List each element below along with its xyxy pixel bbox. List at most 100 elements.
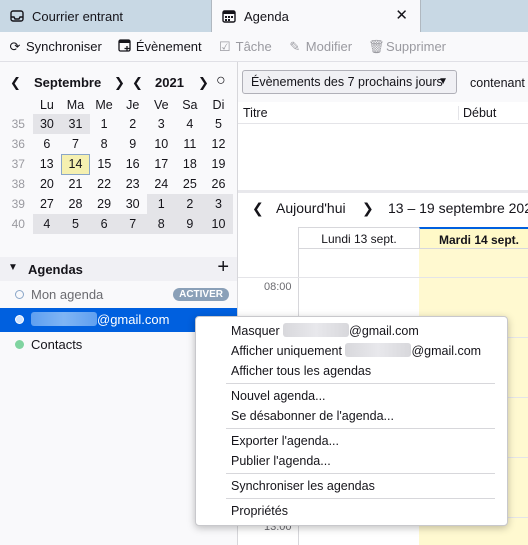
event-list-header: Titre Début — [238, 102, 528, 124]
day-cell[interactable]: 9 — [118, 134, 147, 154]
tab-inbox[interactable]: Courrier entrant — [0, 0, 210, 32]
toolbar: ⟳ Synchroniser Évènement ☑ Tâche ✎ Modif… — [0, 32, 528, 62]
tab-inbox-label: Courrier entrant — [32, 8, 124, 24]
close-icon[interactable]: ✕ — [395, 8, 408, 23]
calendar-icon — [222, 9, 236, 23]
tab-agenda[interactable]: Agenda ✕ — [211, 0, 421, 32]
hour-label: 08:00 — [264, 281, 292, 293]
day-cell[interactable]: 3 — [204, 194, 233, 214]
calendar-item-mon-agenda[interactable]: Mon agenda ACTIVER — [0, 283, 237, 307]
day-cell[interactable]: 3 — [147, 114, 176, 134]
weekday-label: Sa — [182, 98, 198, 112]
chevron-down-icon: ▼ — [438, 76, 448, 87]
contains-label: contenant — [470, 76, 525, 90]
redacted-email — [31, 312, 97, 326]
day-cell[interactable]: 27 — [33, 194, 62, 214]
menu-item-unsubscribe[interactable]: Se désabonner de l'agenda... — [196, 406, 507, 426]
next-year-icon[interactable]: ❯ — [198, 75, 209, 91]
day-cell[interactable]: 16 — [118, 154, 147, 174]
day-cell[interactable]: 21 — [61, 174, 90, 194]
next-week-icon[interactable]: ❯ — [362, 200, 374, 217]
day-cell[interactable]: 1 — [146, 194, 176, 214]
menu-item-show-all[interactable]: Afficher tous les agendas — [196, 361, 507, 381]
menu-item-show-only[interactable]: Afficher uniquement @gmail.com — [196, 341, 507, 361]
day-header-tuesday[interactable]: Mardi 14 sept. — [419, 227, 528, 249]
day-cell[interactable]: 6 — [89, 214, 119, 234]
day-cell[interactable]: 4 — [32, 214, 62, 234]
day-cell[interactable]: 5 — [204, 114, 233, 134]
day-cell[interactable]: 2 — [175, 194, 205, 214]
day-cell-today[interactable]: 14 — [60, 153, 91, 175]
column-title[interactable]: Titre — [243, 106, 268, 120]
chevron-down-icon[interactable]: ▼ — [8, 262, 18, 273]
day-cell[interactable]: 30 — [32, 114, 62, 134]
hour-line — [238, 277, 528, 278]
new-event-button[interactable]: Évènement — [118, 38, 202, 55]
day-cell[interactable]: 30 — [118, 194, 147, 214]
day-cell[interactable]: 1 — [90, 114, 119, 134]
day-cell[interactable]: 12 — [204, 134, 233, 154]
day-cell[interactable]: 8 — [90, 134, 119, 154]
day-cell[interactable]: 10 — [147, 134, 176, 154]
delete-button[interactable]: 🗑 Supprimer — [368, 39, 446, 55]
day-cell[interactable]: 22 — [90, 174, 119, 194]
menu-item-publish[interactable]: Publier l'agenda... — [196, 451, 507, 471]
day-cell[interactable]: 7 — [61, 134, 90, 154]
day-cell[interactable]: 15 — [90, 154, 119, 174]
day-cell[interactable]: 8 — [146, 214, 176, 234]
menu-item-new-calendar[interactable]: Nouvel agenda... — [196, 386, 507, 406]
menu-item-export[interactable]: Exporter l'agenda... — [196, 431, 507, 451]
weekday-label: Di — [212, 98, 225, 112]
week-number: 36 — [11, 137, 25, 151]
today-circle-icon[interactable]: ○ — [216, 72, 226, 90]
agendas-header[interactable]: ▼ Agendas + — [0, 257, 237, 281]
day-cell[interactable]: 25 — [176, 174, 205, 194]
menu-item-hide[interactable]: Masquer @gmail.com — [196, 321, 507, 341]
day-cell[interactable]: 18 — [176, 154, 205, 174]
add-calendar-icon[interactable]: + — [217, 257, 229, 277]
day-cell[interactable]: 9 — [175, 214, 205, 234]
menu-item-sync[interactable]: Synchroniser les agendas — [196, 476, 507, 496]
sync-button[interactable]: ⟳ Synchroniser — [8, 39, 102, 55]
day-cell[interactable]: 24 — [147, 174, 176, 194]
day-cell[interactable]: 19 — [204, 154, 233, 174]
day-cell[interactable]: 20 — [33, 174, 62, 194]
redacted-email — [283, 323, 350, 337]
today-button[interactable]: Aujourd'hui — [276, 200, 346, 216]
day-cell[interactable]: 13 — [33, 154, 62, 174]
task-label: Tâche — [235, 39, 272, 54]
day-cell[interactable]: 17 — [147, 154, 176, 174]
day-cell[interactable]: 28 — [61, 194, 90, 214]
day-cell[interactable]: 29 — [90, 194, 119, 214]
day-cell[interactable]: 10 — [204, 214, 233, 234]
day-cell[interactable]: 26 — [204, 174, 233, 194]
day-cell[interactable]: 31 — [61, 114, 90, 134]
menu-separator — [226, 498, 495, 499]
day-cell[interactable]: 23 — [118, 174, 147, 194]
edit-button[interactable]: ✎ Modifier — [288, 39, 352, 55]
event-filter-select[interactable]: Évènements des 7 prochains jours ▼ — [242, 70, 457, 94]
new-event-icon — [118, 38, 132, 55]
minimonth-month: Septembre — [34, 75, 102, 90]
next-month-icon[interactable]: ❯ — [114, 75, 125, 91]
day-cell[interactable]: 2 — [118, 114, 147, 134]
activate-badge[interactable]: ACTIVER — [173, 288, 229, 301]
day-header-monday[interactable]: Lundi 13 sept. — [298, 227, 420, 249]
prev-week-icon[interactable]: ❮ — [252, 200, 264, 217]
trash-icon: 🗑 — [368, 38, 385, 54]
day-cell[interactable]: 5 — [61, 214, 90, 234]
prev-year-icon[interactable]: ❮ — [132, 75, 143, 91]
day-cell[interactable]: 4 — [176, 114, 205, 134]
day-cell[interactable]: 6 — [33, 134, 62, 154]
weekday-label: Me — [95, 98, 113, 112]
new-task-button[interactable]: ☑ Tâche — [218, 39, 272, 55]
calendar-name: @gmail.com — [97, 312, 170, 327]
minimonth-grid: Lu Ma Me Je Ve Sa Di 35 30 31 1 2 3 4 5 … — [4, 96, 233, 234]
prev-month-icon[interactable]: ❮ — [10, 75, 21, 91]
day-cell[interactable]: 7 — [118, 214, 147, 234]
weekday-label: Je — [126, 98, 140, 112]
menu-item-properties[interactable]: Propriétés — [196, 501, 507, 521]
column-start[interactable]: Début — [458, 106, 496, 120]
day-cell[interactable]: 11 — [176, 134, 205, 154]
menu-separator — [226, 383, 495, 384]
